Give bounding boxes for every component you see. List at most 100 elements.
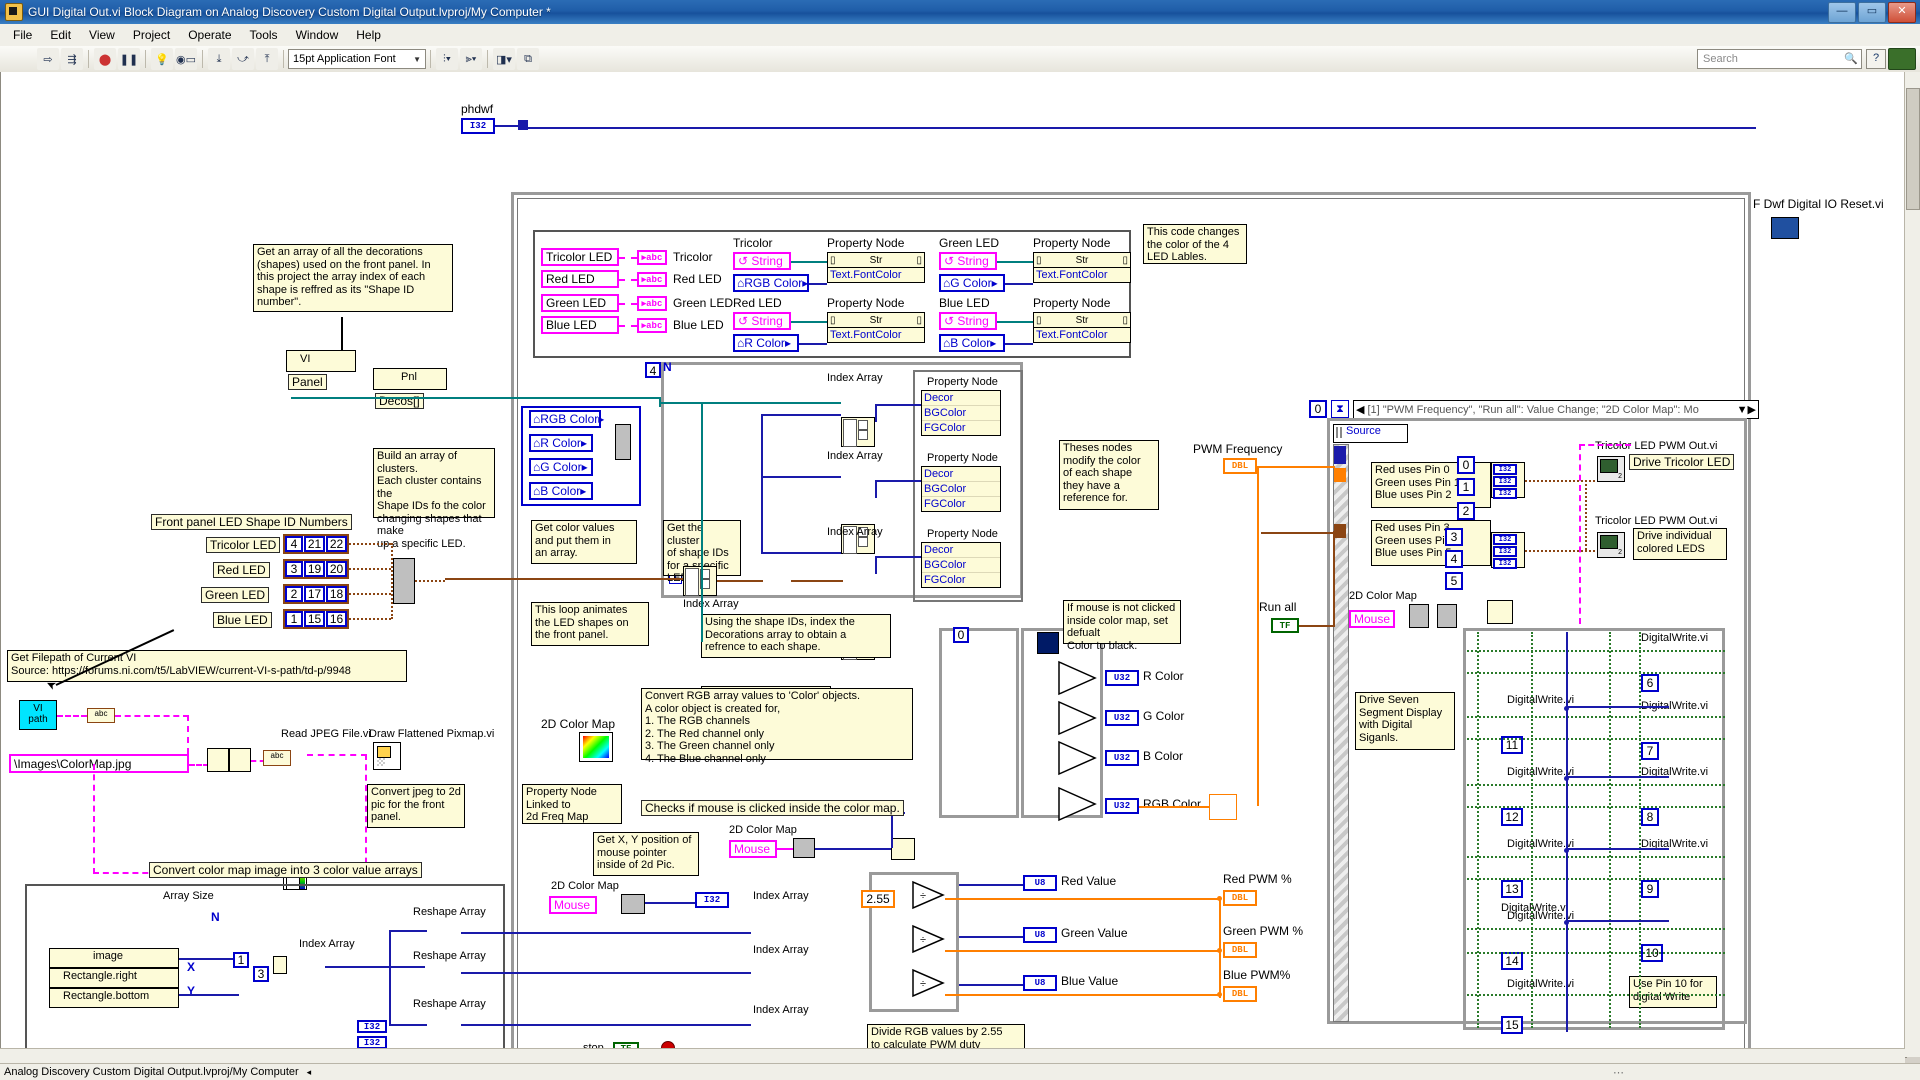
- shape-val-0-2[interactable]: 22: [326, 536, 347, 552]
- dw-pin-15[interactable]: 15: [1501, 1016, 1523, 1034]
- property-node-3[interactable]: ▯ Str ▯ Text.FontColor: [1033, 252, 1131, 283]
- control-red-led[interactable]: Red LED: [541, 270, 619, 288]
- menu-window[interactable]: Window: [287, 26, 348, 44]
- pin-0[interactable]: 0: [1457, 456, 1475, 474]
- bundle-mouse-d[interactable]: [1437, 604, 1457, 628]
- shape-val-1-2[interactable]: 20: [326, 561, 347, 577]
- index-node-d[interactable]: [1487, 600, 1513, 624]
- decor-row-3c[interactable]: FGColor: [922, 573, 1000, 587]
- build-array-pins-b[interactable]: I32 I32 I32: [1491, 532, 1525, 569]
- shape-val-1-0[interactable]: 3: [285, 561, 303, 577]
- step-out-icon[interactable]: ⤒: [256, 48, 278, 70]
- cluster-b-color[interactable]: ⌂B Color▸: [529, 482, 593, 500]
- event-source-box[interactable]: Source: [1333, 424, 1408, 443]
- rgb-color-node-tricolor[interactable]: ⌂RGB Color▸: [733, 274, 809, 292]
- image-path-constant[interactable]: \Images\ColorMap.jpg: [9, 754, 189, 773]
- divisor-constant[interactable]: 2.55: [861, 890, 895, 908]
- idx-const-3[interactable]: 3: [253, 966, 269, 982]
- run-all-term[interactable]: TF: [1271, 618, 1299, 633]
- close-button[interactable]: ✕: [1888, 2, 1916, 23]
- divide-triangle-2[interactable]: ÷: [911, 924, 945, 954]
- event-prev-arrow[interactable]: ◀: [1356, 403, 1364, 416]
- r-color-node[interactable]: ⌂R Color▸: [733, 334, 799, 352]
- pn-row-2[interactable]: Text.FontColor: [828, 328, 924, 342]
- g-color-node[interactable]: ⌂G Color▸: [939, 274, 1005, 292]
- cluster-rgb-color[interactable]: ⌂RGB Color▸: [529, 410, 604, 428]
- shape-val-1-1[interactable]: 19: [304, 561, 325, 577]
- shape-val-2-2[interactable]: 18: [326, 586, 347, 602]
- menu-project[interactable]: Project: [124, 26, 179, 44]
- unbundle-mouse-d[interactable]: [1409, 604, 1429, 628]
- vertical-scrollbar[interactable]: [1904, 72, 1920, 1057]
- decor-property-node-1[interactable]: Decor BGColor FGColor: [921, 390, 1001, 436]
- cluster-g-color[interactable]: ⌂G Color▸: [529, 458, 593, 476]
- shape-val-3-2[interactable]: 16: [326, 611, 347, 627]
- cluster-r-color[interactable]: ⌂R Color▸: [529, 434, 593, 452]
- menu-help[interactable]: Help: [347, 26, 390, 44]
- index-array-1[interactable]: [841, 417, 875, 447]
- mouse-ref-c[interactable]: Mouse: [729, 840, 777, 858]
- select-triangle-r[interactable]: [1057, 660, 1097, 696]
- property-node-1[interactable]: ▯ Str ▯ Text.FontColor: [827, 252, 925, 283]
- decor-property-node-2[interactable]: Decor BGColor FGColor: [921, 466, 1001, 512]
- pin-1[interactable]: 1: [1457, 478, 1475, 496]
- control-green-led[interactable]: Green LED: [541, 294, 619, 312]
- build-array-shape-ids[interactable]: [393, 558, 415, 604]
- string-ref-blue[interactable]: ↺ String: [939, 312, 997, 330]
- decor-row-1c[interactable]: FGColor: [922, 421, 1000, 435]
- in-range-node[interactable]: [891, 838, 915, 860]
- maximize-button[interactable]: ▭: [1858, 2, 1886, 23]
- string-ref-red[interactable]: ↺ String: [733, 312, 791, 330]
- select-triangle-b[interactable]: [1057, 740, 1097, 776]
- unbundle-xy[interactable]: [621, 894, 645, 914]
- b-color-node[interactable]: ⌂B Color▸: [939, 334, 1005, 352]
- pn-row-4[interactable]: Text.FontColor: [1034, 328, 1130, 342]
- help-button[interactable]: ?: [1866, 49, 1886, 69]
- decor-row-2a[interactable]: Decor: [922, 467, 1000, 482]
- concat-node[interactable]: abc: [263, 750, 291, 766]
- strip-path-node[interactable]: abc: [87, 708, 115, 723]
- bundle-node-colors[interactable]: [615, 424, 631, 460]
- multiply-node[interactable]: [273, 956, 287, 974]
- decor-row-1b[interactable]: BGColor: [922, 406, 1000, 421]
- build-array-pins-a[interactable]: I32 I32 I32: [1491, 462, 1525, 499]
- vi-ref-node[interactable]: [286, 350, 356, 372]
- event-case-selector[interactable]: ◀ [1] "PWM Frequency", "Run all": Value …: [1353, 400, 1759, 419]
- font-selector[interactable]: 15pt Application Font ▼: [288, 49, 426, 69]
- run-continuous-icon[interactable]: ⇶: [61, 48, 83, 70]
- search-input[interactable]: Search 🔍: [1697, 49, 1862, 69]
- event-index[interactable]: 0: [1309, 400, 1327, 418]
- block-diagram-canvas[interactable]: phdwf I32 1 F Dwf Digital IO Reset.vi Ge…: [0, 72, 1907, 1058]
- color-obj-zero[interactable]: 0: [953, 627, 969, 643]
- shape-val-3-1[interactable]: 15: [304, 611, 325, 627]
- retain-wire-values-icon[interactable]: ◉▭: [175, 48, 197, 70]
- mouse-ref-b[interactable]: Mouse: [549, 896, 597, 914]
- dw-pin-7[interactable]: 7: [1641, 742, 1659, 760]
- align-objects-icon[interactable]: ⫶▾: [436, 48, 458, 70]
- pin-5[interactable]: 5: [1445, 572, 1463, 590]
- menu-operate[interactable]: Operate: [179, 26, 240, 44]
- shape-val-3-0[interactable]: 1: [285, 611, 303, 627]
- distribute-objects-icon[interactable]: ⫸▾: [460, 48, 482, 70]
- select-triangle-g[interactable]: [1057, 700, 1097, 736]
- menu-view[interactable]: View: [80, 26, 124, 44]
- draw-pixmap-vi[interactable]: [373, 742, 401, 770]
- decor-property-node-3[interactable]: Decor BGColor FGColor: [921, 542, 1001, 588]
- property-node-2[interactable]: ▯ Str ▯ Text.FontColor: [827, 312, 925, 343]
- decor-row-2c[interactable]: FGColor: [922, 497, 1000, 511]
- pwm-frequency-term[interactable]: DBL: [1223, 458, 1257, 474]
- resize-objects-icon[interactable]: ◨▾: [493, 48, 515, 70]
- pin-4[interactable]: 4: [1445, 550, 1463, 568]
- control-tricolor-led[interactable]: Tricolor LED: [541, 248, 619, 266]
- menu-file[interactable]: File: [4, 26, 41, 44]
- decor-row-3a[interactable]: Decor: [922, 543, 1000, 558]
- step-over-icon[interactable]: ⤻: [232, 48, 254, 70]
- control-blue-led[interactable]: Blue LED: [541, 316, 619, 334]
- dw-pin-12[interactable]: 12: [1501, 808, 1523, 826]
- divide-triangle-3[interactable]: ÷: [911, 968, 945, 998]
- run-arrow-icon[interactable]: ⇨: [37, 48, 59, 70]
- pin-3[interactable]: 3: [1445, 528, 1463, 546]
- tricolor-pwm-vi-b[interactable]: 2: [1597, 532, 1625, 558]
- dw-pin-9[interactable]: 9: [1641, 880, 1659, 898]
- minimize-button[interactable]: —: [1828, 2, 1856, 23]
